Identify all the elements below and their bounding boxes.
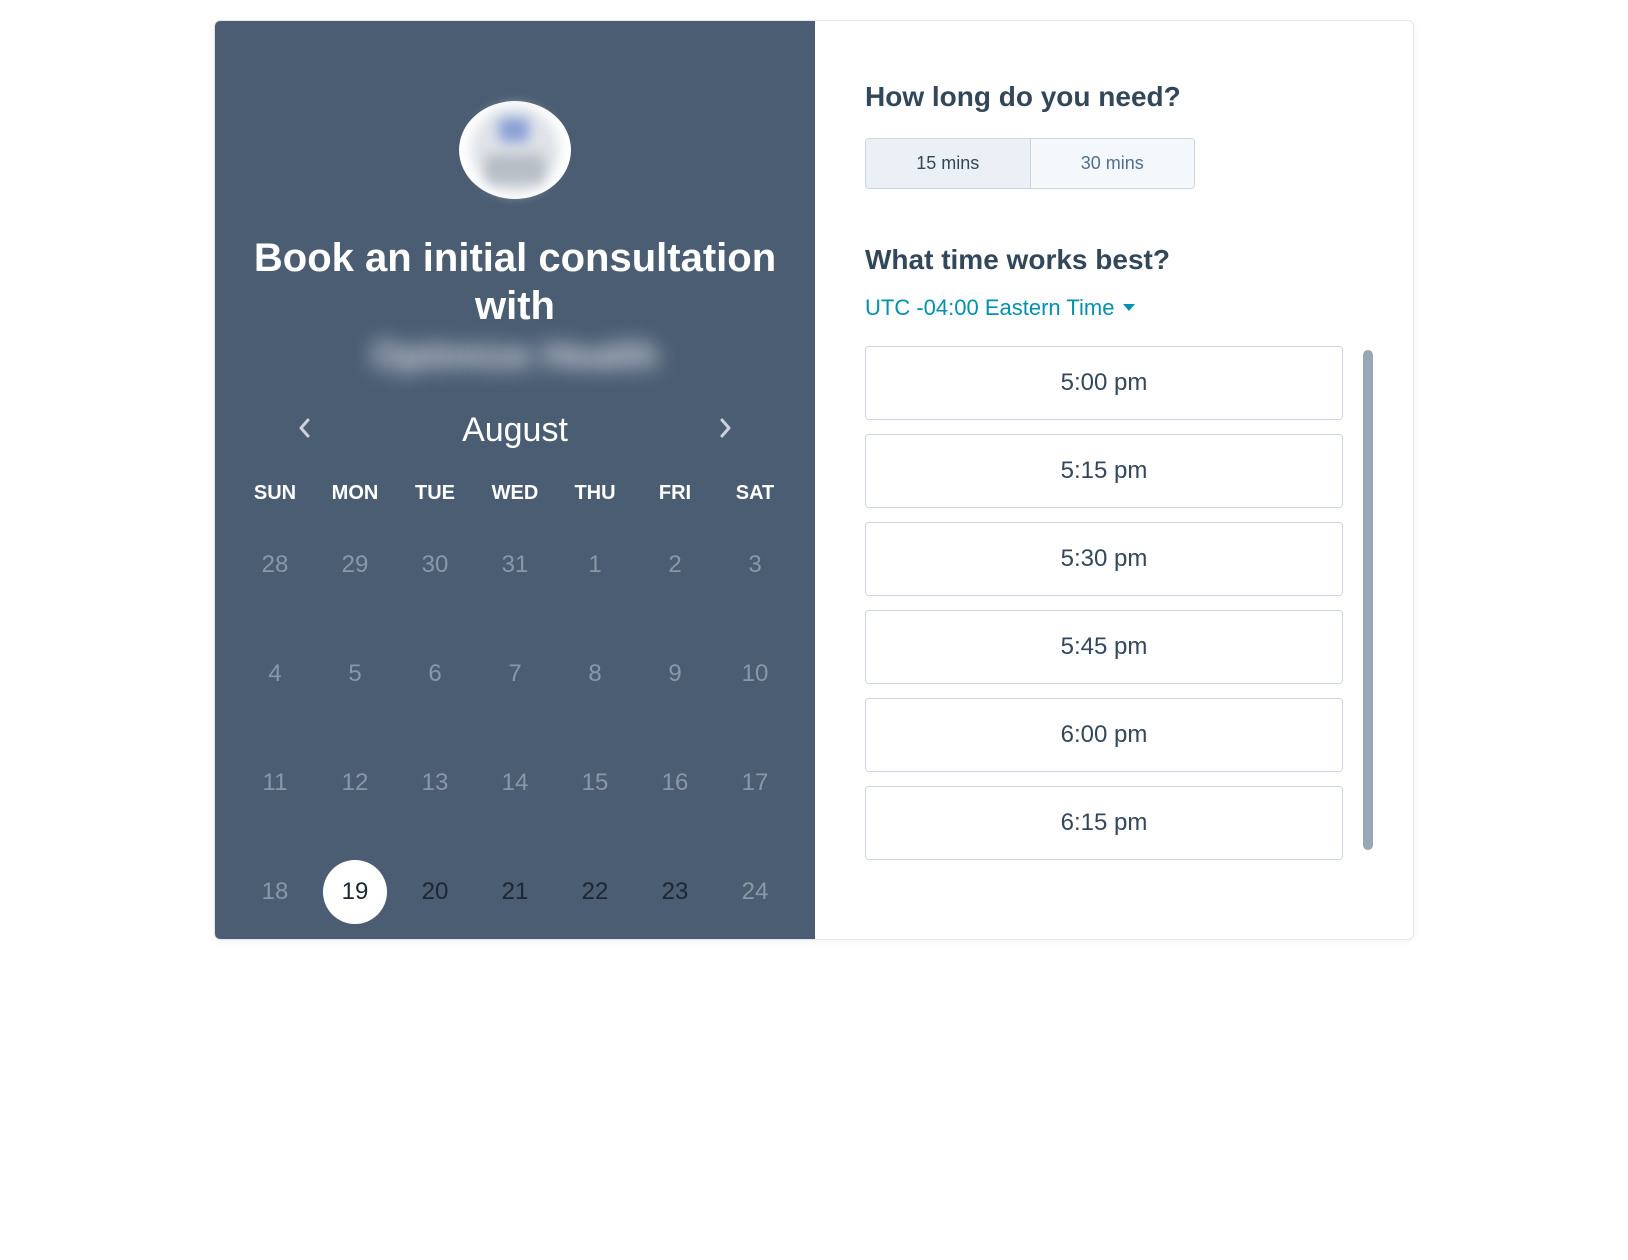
calendar-day[interactable]: 22	[555, 864, 635, 920]
calendar-week: 11121314151617	[235, 751, 795, 815]
time-slot[interactable]: 6:00 pm	[865, 698, 1343, 772]
calendar-weeks: 2829303112345678910111213141516171819202…	[235, 533, 795, 940]
calendar-week: 18192021222324	[235, 860, 795, 924]
time-slot[interactable]: 5:30 pm	[865, 522, 1343, 596]
calendar-day[interactable]: 23	[635, 864, 715, 920]
title-line-1: Book an initial consultation with	[254, 236, 776, 328]
calendar-day: 29	[315, 537, 395, 593]
month-label: August	[462, 411, 568, 450]
time-slots-list[interactable]: 5:00 pm 5:15 pm 5:30 pm 5:45 pm 6:00 pm 6:15 …	[865, 346, 1363, 866]
calendar-day: 31	[475, 537, 555, 593]
day-of-week-label: TUE	[395, 482, 475, 505]
time-slot[interactable]: 5:45 pm	[865, 610, 1343, 684]
timezone-label: UTC -04:00 Eastern Time	[865, 295, 1114, 321]
calendar-day: 11	[235, 755, 315, 811]
timezone-selector[interactable]: UTC -04:00 Eastern Time	[865, 295, 1373, 321]
day-of-week-label: WED	[475, 482, 555, 505]
day-of-week-label: MON	[315, 482, 395, 505]
calendar-day: 7	[475, 646, 555, 702]
calendar-day: 2	[635, 537, 715, 593]
next-month-button[interactable]	[710, 410, 740, 452]
chevron-right-icon	[718, 418, 732, 438]
calendar-day: 30	[395, 537, 475, 593]
day-of-week-label: SUN	[235, 482, 315, 505]
calendar-day: 10	[715, 646, 795, 702]
calendar-day: 12	[315, 755, 395, 811]
calendar-day: 18	[235, 864, 315, 920]
time-slot[interactable]: 5:00 pm	[865, 346, 1343, 420]
booking-widget: Book an initial consultation with Optimi…	[214, 20, 1414, 940]
calendar-day: 17	[715, 755, 795, 811]
chevron-left-icon	[298, 418, 312, 438]
day-of-week-label: FRI	[635, 482, 715, 505]
avatar	[459, 101, 571, 199]
time-slot[interactable]: 6:15 pm	[865, 786, 1343, 860]
month-nav: August	[290, 410, 740, 452]
calendar-day: 3	[715, 537, 795, 593]
duration-heading: How long do you need?	[865, 81, 1373, 113]
calendar: SUNMONTUEWEDTHUFRISAT 282930311234567891…	[235, 482, 795, 940]
caret-down-icon	[1122, 303, 1136, 313]
time-panel: How long do you need? 15 mins30 mins Wha…	[815, 21, 1413, 939]
scrollbar[interactable]	[1363, 350, 1373, 850]
calendar-day: 6	[395, 646, 475, 702]
time-slots-container: 5:00 pm 5:15 pm 5:30 pm 5:45 pm 6:00 pm 6:15 …	[865, 346, 1373, 899]
calendar-day: 9	[635, 646, 715, 702]
day-of-week-label: THU	[555, 482, 635, 505]
calendar-week: 45678910	[235, 642, 795, 706]
calendar-day[interactable]: 21	[475, 864, 555, 920]
day-of-week-label: SAT	[715, 482, 795, 505]
duration-option[interactable]: 15 mins	[866, 139, 1030, 188]
calendar-day: 8	[555, 646, 635, 702]
calendar-day: 13	[395, 755, 475, 811]
calendar-day: 14	[475, 755, 555, 811]
calendar-day: 28	[235, 537, 315, 593]
calendar-day[interactable]: 19	[323, 860, 387, 924]
title-line-2-blurred: Optimize Health	[371, 334, 658, 380]
page-title: Book an initial consultation with Optimi…	[215, 234, 815, 380]
calendar-panel: Book an initial consultation with Optimi…	[215, 21, 815, 939]
duration-option[interactable]: 30 mins	[1030, 139, 1195, 188]
time-heading: What time works best?	[865, 244, 1373, 276]
calendar-day: 15	[555, 755, 635, 811]
calendar-week: 28293031123	[235, 533, 795, 597]
time-slot[interactable]: 5:15 pm	[865, 434, 1343, 508]
calendar-day[interactable]: 20	[395, 864, 475, 920]
prev-month-button[interactable]	[290, 410, 320, 452]
day-of-week-header: SUNMONTUEWEDTHUFRISAT	[235, 482, 795, 505]
calendar-day: 16	[635, 755, 715, 811]
calendar-day: 5	[315, 646, 395, 702]
calendar-day: 4	[235, 646, 315, 702]
avatar-image	[471, 106, 559, 194]
duration-toggle: 15 mins30 mins	[865, 138, 1195, 189]
calendar-day: 24	[715, 864, 795, 920]
calendar-day: 1	[555, 537, 635, 593]
